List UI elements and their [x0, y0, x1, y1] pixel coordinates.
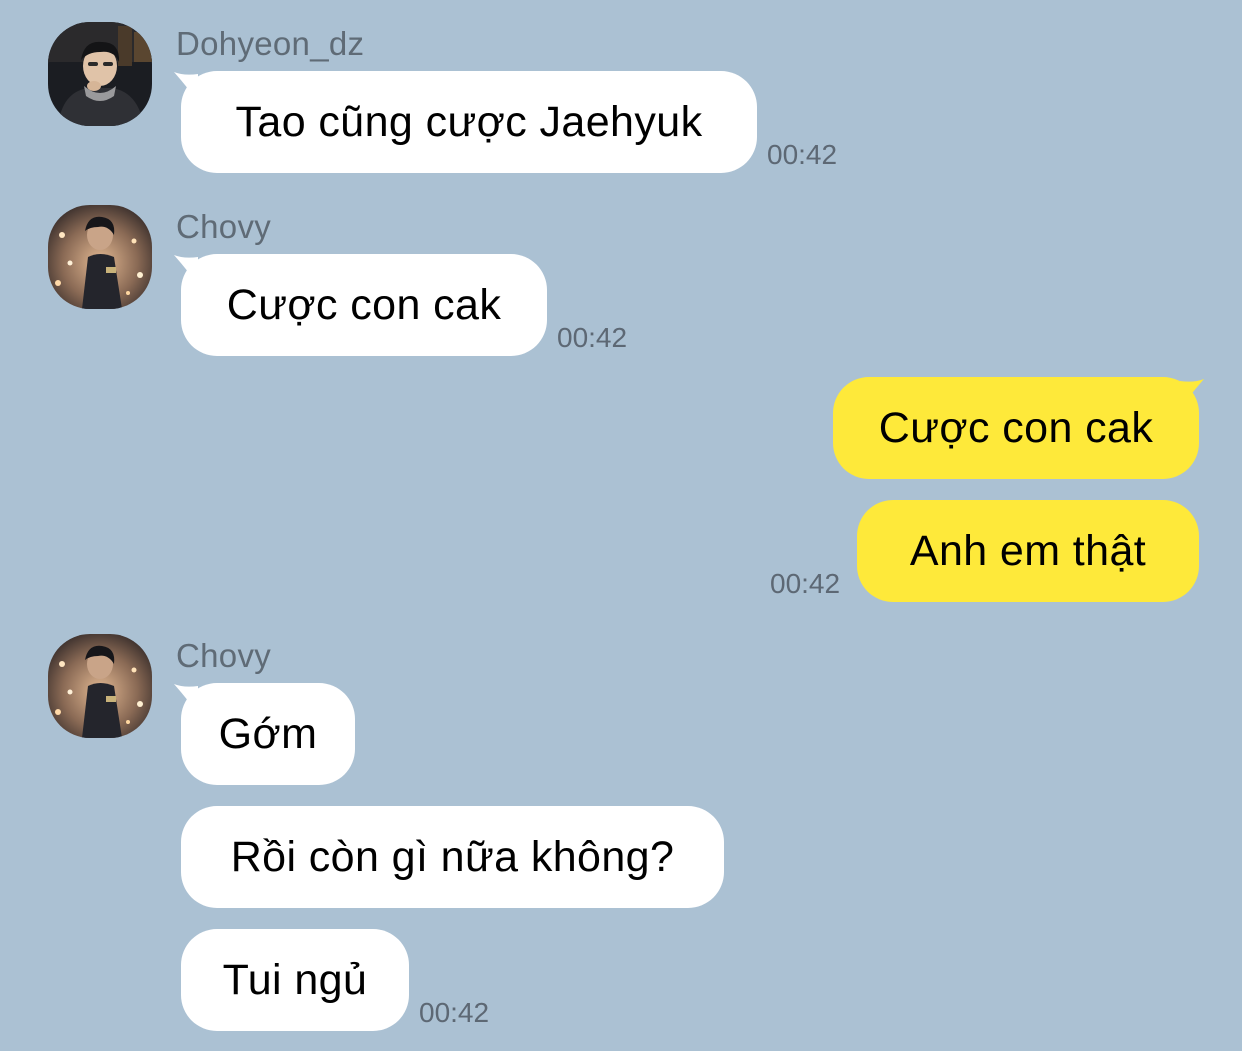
message-timestamp: 00:42	[419, 997, 490, 1028]
message-bubble[interactable]: Anh em thật	[857, 500, 1199, 602]
message-bubble[interactable]: Gớm	[181, 683, 355, 785]
message-bubble[interactable]: Cược con cak	[833, 377, 1199, 479]
chat-screen: { "messages": [ {"sender": "Dohyeon_dz",…	[0, 0, 1242, 1051]
avatar-chovy[interactable]	[48, 205, 152, 309]
avatar-chovy[interactable]	[48, 634, 152, 738]
message-timestamp: 00:42	[767, 139, 838, 170]
avatar-dohyeon-icon	[48, 22, 152, 126]
sender-name: Dohyeon_dz	[176, 25, 365, 62]
sender-name: Chovy	[176, 637, 272, 674]
avatar-chovy-icon	[48, 634, 152, 738]
message-timestamp: 00:42	[557, 322, 628, 353]
sender-name: Chovy	[176, 208, 272, 245]
message-bubble[interactable]: Cược con cak	[181, 254, 547, 356]
message-bubble[interactable]: Tui ngủ	[181, 929, 409, 1031]
message-bubble[interactable]: Tao cũng cược Jaehyuk	[181, 71, 757, 173]
message-timestamp: 00:42	[770, 568, 841, 599]
avatar-dohyeon[interactable]	[48, 22, 152, 126]
avatar-chovy-icon	[48, 205, 152, 309]
message-bubble[interactable]: Rồi còn gì nữa không?	[181, 806, 724, 908]
